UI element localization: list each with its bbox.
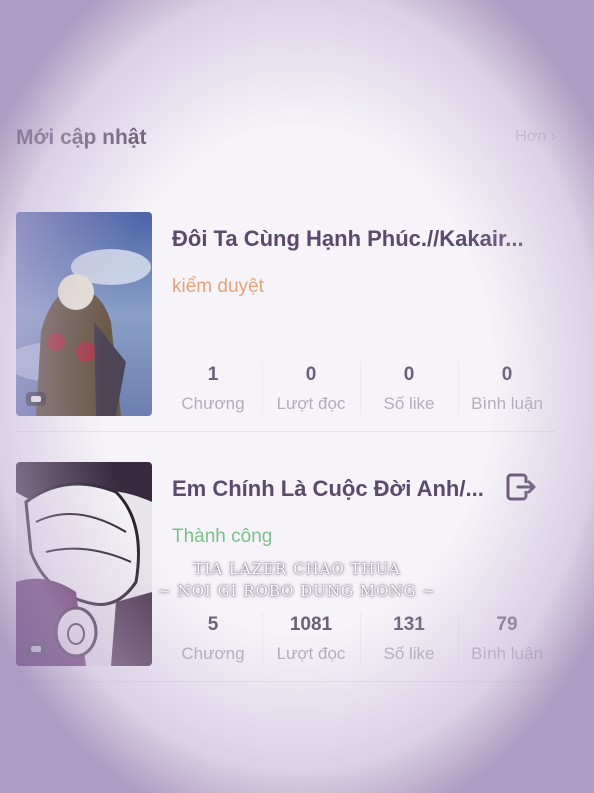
stat-likes: 131 Số like	[360, 610, 458, 668]
stat-value: 5	[207, 614, 219, 635]
divider	[16, 681, 556, 682]
stat-chapters: 1 Chương	[164, 360, 262, 418]
story-title[interactable]: Đôi Ta Cùng Hạnh Phúc.//Kakair...	[172, 226, 552, 252]
exit-icon[interactable]	[504, 470, 538, 504]
overlay-caption-line1: TIA LAZER CHAO THUA	[193, 560, 401, 578]
stat-label: Bình luận	[471, 394, 543, 413]
stat-label: Lượt đọc	[276, 394, 346, 413]
stat-label: Số like	[383, 394, 435, 413]
chat-icon	[26, 392, 46, 406]
stat-value: 1081	[289, 614, 333, 635]
stat-value: 0	[403, 364, 415, 385]
section-title: Mới cập nhật	[16, 126, 147, 149]
stat-label: Lượt đọc	[276, 644, 346, 663]
stat-value: 131	[393, 614, 425, 635]
stat-reads: 0 Lượt đọc	[262, 360, 360, 418]
stat-comments: 79 Bình luận	[458, 610, 556, 668]
stat-value: 79	[496, 614, 518, 635]
divider	[16, 431, 556, 432]
stat-label: Chương	[181, 394, 245, 413]
story-status: Thành công	[172, 526, 273, 547]
stat-value: 1	[207, 364, 219, 385]
story-stats: 5 Chương 1081 Lượt đọc 131 Số like 79 Bì…	[164, 610, 556, 668]
stat-comments: 0 Bình luận	[458, 360, 556, 418]
story-card[interactable]: Đôi Ta Cùng Hạnh Phúc.//Kakair... kiểm d…	[16, 212, 556, 432]
stat-label: Bình luận	[471, 644, 543, 663]
overlay-caption-line2: ~ NOI GI ROBO DUNG MONG ~	[158, 582, 436, 600]
stat-reads: 1081 Lượt đọc	[262, 610, 360, 668]
stat-value: 0	[305, 364, 317, 385]
section-header: Mới cập nhật Hơn ›	[16, 122, 556, 152]
story-stats: 1 Chương 0 Lượt đọc 0 Số like 0 Bình luậ…	[164, 360, 556, 418]
stat-label: Số like	[383, 644, 435, 663]
stat-chapters: 5 Chương	[164, 610, 262, 668]
story-cover-image[interactable]	[16, 212, 152, 416]
story-title[interactable]: Em Chính Là Cuộc Đời Anh/...	[172, 476, 552, 502]
chat-icon	[26, 642, 46, 656]
stat-label: Chương	[181, 644, 245, 663]
stat-likes: 0 Số like	[360, 360, 458, 418]
more-link[interactable]: Hơn ›	[515, 128, 556, 146]
story-status: kiểm duyệt	[172, 276, 264, 297]
stat-value: 0	[501, 364, 513, 385]
